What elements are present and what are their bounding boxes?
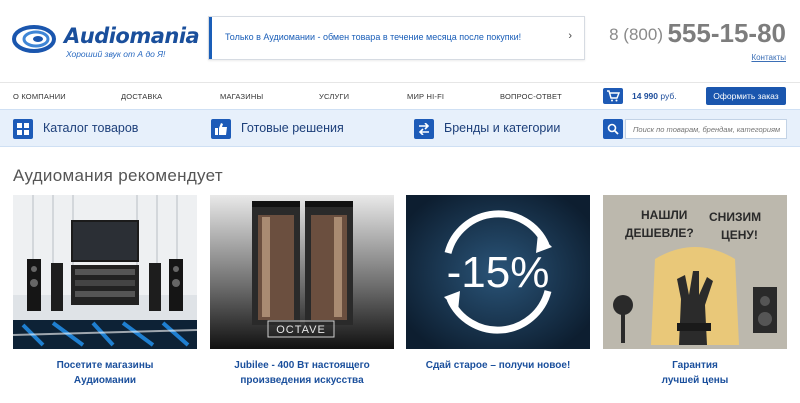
catalog-bar: Каталог товаров Готовые решения Бренды и… — [0, 109, 800, 147]
phone-prefix: 8 (800) — [609, 25, 663, 44]
promo-text: Только в Аудиомании - обмен товара в теч… — [225, 32, 522, 42]
card-caption-line1: Jubilee - 400 Вт настоящего — [234, 360, 370, 371]
solutions-menu[interactable]: Готовые решения — [211, 119, 381, 139]
discount-text: -15% — [447, 248, 550, 297]
promo-card-jubilee[interactable]: OCTAVE Jubilee - 400 Вт настоящего произ… — [210, 195, 394, 403]
octave-logo-text: OCTAVE — [276, 324, 326, 336]
logo-tagline: Хороший звук от А до Я! — [66, 49, 166, 59]
phone: 8 (800) 555-15-80 — [609, 18, 786, 49]
showroom-image — [13, 195, 197, 349]
card-caption-line2: лучшей цены — [661, 375, 729, 386]
brands-label: Бренды и категории — [444, 121, 561, 135]
amplifier-image: OCTAVE — [210, 195, 394, 349]
brands-menu[interactable]: Бренды и категории — [414, 119, 594, 139]
logo-swirl-icon — [12, 25, 56, 53]
search-icon[interactable] — [603, 119, 623, 139]
card-caption-line2: произведения искусства — [240, 375, 364, 386]
card-caption-line2: Аудиомании — [73, 375, 137, 386]
card-caption[interactable]: Гарантия лучшей цены — [603, 358, 787, 388]
logo-text: Audiomania — [64, 24, 200, 48]
nav-item-delivery[interactable]: ДОСТАВКА — [121, 92, 162, 101]
image-text-cheaper: ДЕШЕВЛЕ? — [625, 226, 694, 240]
logo[interactable]: Audiomania Хороший звук от А до Я! — [12, 22, 200, 60]
catalog-label: Каталог товаров — [43, 121, 139, 135]
promo-card-stores[interactable]: Посетите магазины Аудиомании — [13, 195, 197, 403]
grid-icon — [13, 119, 33, 139]
chevron-right-icon[interactable]: › — [568, 30, 572, 42]
promo-card-trade-in[interactable]: -15% Сдай старое – получи новое! — [406, 195, 590, 403]
contacts-link[interactable]: Контакты — [751, 53, 786, 62]
image-text-found: НАШЛИ — [641, 208, 687, 222]
card-caption-line1: Посетите магазины — [56, 360, 154, 371]
promo-card-price-guarantee[interactable]: НАШЛИ ДЕШЕВЛЕ? СНИЗИМ ЦЕНУ! Гарантия луч… — [603, 195, 787, 403]
card-caption[interactable]: Сдай старое – получи новое! — [406, 358, 590, 373]
price-guarantee-image: НАШЛИ ДЕШЕВЛЕ? СНИЗИМ ЦЕНУ! — [603, 195, 787, 349]
thumbs-up-icon — [211, 119, 231, 139]
search-input[interactable] — [625, 119, 787, 139]
promo-banner[interactable]: Только в Аудиомании - обмен товара в теч… — [208, 16, 585, 60]
nav-item-stores[interactable]: МАГАЗИНЫ — [220, 92, 263, 101]
promo-accent-bar — [209, 17, 212, 59]
nav-item-services[interactable]: УСЛУГИ — [319, 92, 349, 101]
checkout-button[interactable]: Оформить заказ — [706, 87, 786, 105]
card-caption[interactable]: Jubilee - 400 Вт настоящего произведения… — [210, 358, 394, 388]
swap-icon — [414, 119, 434, 139]
image-text-lower: СНИЗИМ — [709, 210, 761, 224]
nav-item-faq[interactable]: ВОПРОС-ОТВЕТ — [500, 92, 562, 101]
nav-item-about[interactable]: О КОМПАНИИ — [13, 92, 66, 101]
cart-amount: 14 990 — [632, 91, 658, 101]
image-text-price: ЦЕНУ! — [721, 228, 758, 242]
discount-image: -15% — [406, 195, 590, 349]
phone-number: 555-15-80 — [667, 18, 786, 48]
cart-total[interactable]: 14 990 руб. — [632, 91, 677, 101]
solutions-label: Готовые решения — [241, 121, 344, 135]
card-caption-line1: Гарантия — [672, 360, 718, 371]
cart-icon[interactable] — [603, 88, 623, 104]
catalog-menu[interactable]: Каталог товаров — [13, 119, 183, 139]
top-nav: О КОМПАНИИ ДОСТАВКА МАГАЗИНЫ УСЛУГИ МИР … — [0, 82, 800, 108]
card-caption[interactable]: Посетите магазины Аудиомании — [13, 358, 197, 388]
card-caption-line1: Сдай старое – получи новое! — [425, 360, 571, 371]
nav-item-hifi-world[interactable]: МИР HI-FI — [407, 92, 444, 101]
cart-currency: руб. — [660, 91, 677, 101]
section-title: Аудиомания рекомендует — [13, 166, 223, 185]
